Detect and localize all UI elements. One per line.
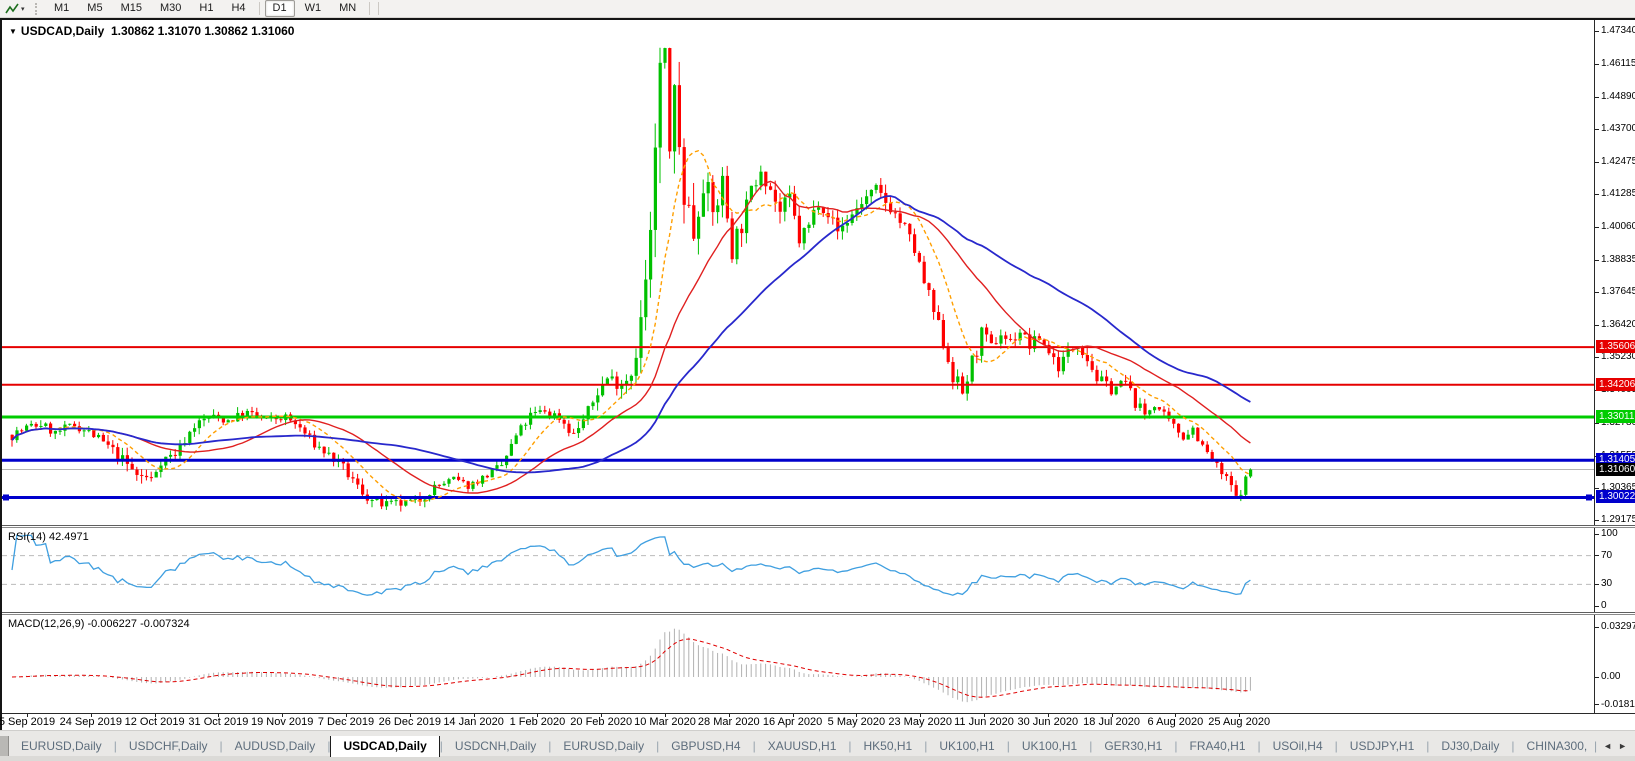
toolbar-dropdown-icon[interactable]: ▾	[21, 5, 31, 13]
chart-ohlc-values: 1.30862 1.31070 1.30862 1.31060	[110, 24, 295, 38]
date-label: 6 Aug 2020	[1147, 716, 1204, 728]
symbol-tab-bar: EURUSD,Daily | USDCHF,Daily | AUDUSD,Daily | U…	[0, 730, 1635, 761]
axis-tick-label: 1.40060	[1595, 221, 1635, 232]
date-label: 19 Nov 2019	[250, 716, 314, 728]
timeframe-button-m30[interactable]: M30	[152, 0, 189, 17]
hline-price-label: 1.33011	[1596, 409, 1635, 423]
date-label: 5 May 2020	[827, 716, 886, 728]
date-label: 7 Dec 2019	[317, 716, 375, 728]
date-label: 26 Dec 2019	[378, 716, 441, 728]
rsi-pane[interactable]: RSI(14) 42.4971 100 70 30 0	[2, 528, 1635, 612]
date-label: 16 Apr 2020	[762, 716, 823, 728]
timeframe-button-m5[interactable]: M5	[79, 0, 110, 17]
price-chart-pane[interactable]: ▼ USDCAD,Daily 1.30862 1.31070 1.30862 1.…	[2, 20, 1635, 525]
symbol-tab-uk100-h1[interactable]: UK100,H1	[927, 736, 1006, 757]
axis-tick-label: 70	[1595, 550, 1612, 561]
timeframe-button-w1[interactable]: W1	[297, 0, 330, 17]
toolbar-separator	[258, 2, 260, 15]
symbol-tab-uk100-h1[interactable]: UK100,H1	[1010, 736, 1089, 757]
timeframe-toolbar: ▾ M1 M5 M15 M30 H1 H4 D1 W1 MN	[0, 0, 1635, 18]
axis-tick-label: 1.41285	[1595, 188, 1635, 199]
axis-tick-label: 1.29175	[1595, 514, 1635, 525]
date-label: 11 Jun 2020	[954, 716, 1014, 728]
axis-tick-label: 1.46115	[1595, 58, 1635, 69]
rsi-label: RSI(14) 42.4971	[8, 531, 89, 543]
symbol-tab-fra40-h1[interactable]: FRA40,H1	[1177, 736, 1257, 757]
date-label: 10 Mar 2020	[634, 716, 696, 728]
hline-price-label: 1.30022	[1596, 490, 1635, 504]
tab-scroll-left-icon[interactable]: ◄	[1603, 741, 1612, 751]
symbol-tab-dj30-daily[interactable]: DJ30,Daily	[1429, 736, 1511, 757]
date-label: 14 Jan 2020	[443, 716, 504, 728]
symbol-tab-usdcad-daily[interactable]: USDCAD,Daily	[330, 736, 440, 757]
symbol-tab-eurusd-daily[interactable]: EURUSD,Daily	[9, 736, 114, 757]
axis-tick-label: 0.032972	[1595, 621, 1635, 632]
axis-tick-label: 1.44890	[1595, 91, 1635, 102]
symbol-tab-usoil-h4[interactable]: USOil,H4	[1261, 736, 1335, 757]
price-axis[interactable]: 1.47340 1.46115 1.44890 1.43700 1.42475 1.412…	[1594, 20, 1635, 525]
axis-tick-label: 100	[1595, 528, 1618, 539]
line-studies-icon[interactable]	[3, 2, 21, 16]
macd-axis[interactable]: 0.032972 0.00 -0.01815	[1594, 615, 1635, 713]
tab-scroll-right-icon[interactable]: ►	[1618, 741, 1627, 751]
timeframe-button-m15[interactable]: M15	[113, 0, 150, 17]
date-label: 20 Feb 2020	[570, 716, 633, 728]
tab-divider: |	[1594, 739, 1598, 753]
chart-title[interactable]: ▼ USDCAD,Daily 1.30862 1.31070 1.30862 1.…	[9, 24, 294, 38]
timeframe-button-m1[interactable]: M1	[46, 0, 77, 17]
axis-tick-label: 1.42475	[1595, 156, 1635, 167]
axis-tick-label: -0.01815	[1595, 699, 1635, 710]
chart-symbol-label: USDCAD,Daily	[20, 24, 105, 38]
date-label: 1 Feb 2020	[509, 716, 566, 728]
tabbar-left-edge	[0, 736, 9, 757]
timeframe-button-h4[interactable]: H4	[223, 0, 253, 17]
date-label: 18 Jul 2020	[1083, 716, 1141, 728]
mt4-window: ▾ M1 M5 M15 M30 H1 H4 D1 W1 MN ▼ USDCAD,Daily 1.3…	[0, 0, 1635, 761]
rsi-axis[interactable]: 100 70 30 0	[1594, 528, 1635, 612]
axis-tick-label: 0.00	[1595, 671, 1620, 682]
axis-tick-label: 1.36420	[1595, 319, 1635, 330]
axis-tick-label: 0	[1595, 600, 1607, 611]
symbol-tab-xauusd-h1[interactable]: XAUUSD,H1	[756, 736, 849, 757]
axis-tick-label: 1.37645	[1595, 286, 1635, 297]
date-label: 31 Oct 2019	[188, 716, 249, 728]
toolbar-separator	[369, 2, 371, 15]
date-label: 30 Jun 2020	[1017, 716, 1079, 728]
axis-tick-label: 1.47340	[1595, 25, 1635, 36]
axis-tick-label: 1.38835	[1595, 254, 1635, 265]
symbol-tab-audusd-daily[interactable]: AUDUSD,Daily	[223, 736, 328, 757]
macd-pane[interactable]: MACD(12,26,9) -0.006227 -0.007324 0.0329…	[2, 615, 1635, 713]
timeframe-button-h1[interactable]: H1	[191, 0, 221, 17]
current-price-label: 1.31060	[1596, 462, 1635, 476]
axis-tick-label: 30	[1595, 578, 1612, 589]
axis-tick-label: 1.43700	[1595, 123, 1635, 134]
timeframe-button-mn[interactable]: MN	[331, 0, 364, 17]
date-label: 5 Sep 2019	[0, 716, 56, 728]
date-label: 23 May 2020	[888, 716, 952, 728]
hline-price-label: 1.35606	[1596, 340, 1635, 354]
symbol-tab-ger30-h1[interactable]: GER30,H1	[1092, 736, 1174, 757]
symbol-tab-eurusd-daily[interactable]: EURUSD,Daily	[551, 736, 656, 757]
chart-window: ▼ USDCAD,Daily 1.30862 1.31070 1.30862 1.…	[0, 18, 1635, 730]
hline-price-label: 1.34206	[1596, 377, 1635, 391]
date-label: 25 Aug 2020	[1208, 716, 1271, 728]
symbol-tab-hk50-h1[interactable]: HK50,H1	[852, 736, 925, 757]
chart-dropdown-icon[interactable]: ▼	[9, 27, 17, 36]
timeframe-button-d1[interactable]: D1	[264, 0, 295, 17]
symbol-tab-usdjpy-h1[interactable]: USDJPY,H1	[1338, 736, 1426, 757]
date-label: 28 Mar 2020	[697, 716, 760, 728]
symbol-tab-usdchf-daily[interactable]: USDCHF,Daily	[117, 736, 220, 757]
toolbar-separator	[378, 2, 380, 15]
date-axis[interactable]: 5 Sep 2019 24 Sep 2019 12 Oct 2019 31 Oct 2…	[0, 713, 1635, 730]
macd-label: MACD(12,26,9) -0.006227 -0.007324	[8, 618, 190, 630]
date-label: 24 Sep 2019	[59, 716, 122, 728]
symbol-tab-usdcnh-daily[interactable]: USDCNH,Daily	[443, 736, 548, 757]
toolbar-grip[interactable]	[35, 2, 39, 15]
date-label: 12 Oct 2019	[124, 716, 185, 728]
symbol-tab-china300-h1[interactable]: CHINA300,H1	[1515, 736, 1588, 757]
symbol-tab-gbpusd-h4[interactable]: GBPUSD,H4	[659, 736, 752, 757]
